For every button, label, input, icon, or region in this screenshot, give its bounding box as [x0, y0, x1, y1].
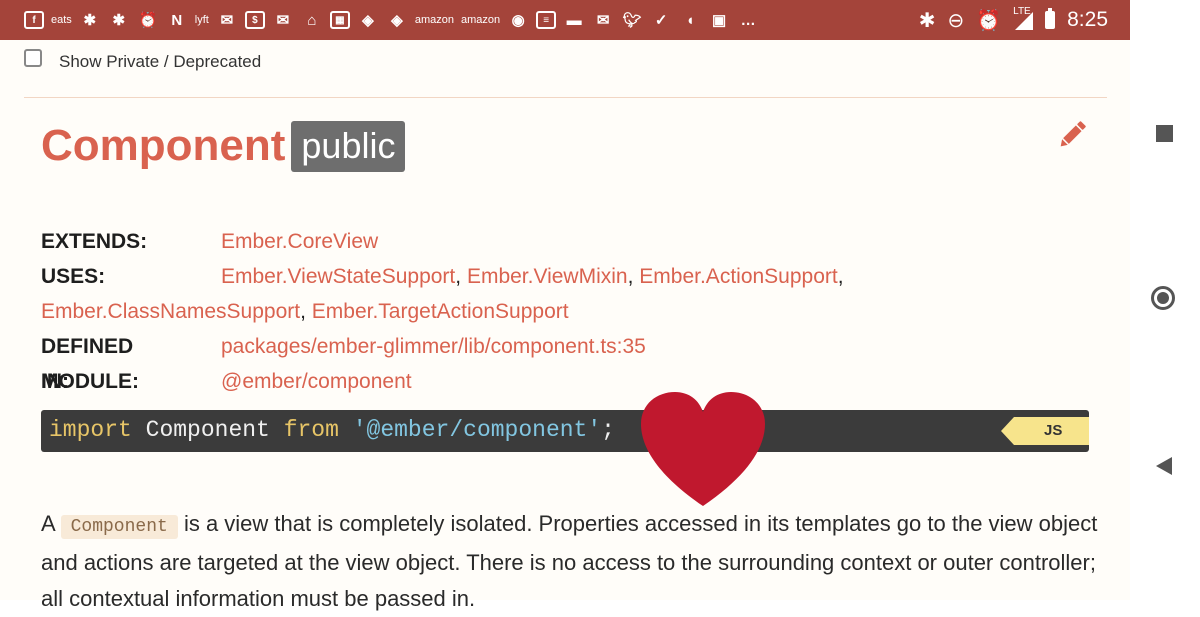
class-description: A Component is a view that is completely…: [41, 506, 1101, 617]
home-icon: ⌂: [307, 11, 317, 29]
uses-link-classnamessupport[interactable]: Ember.ClassNamesSupport: [41, 300, 300, 323]
alarm-icon: ⏰: [976, 9, 1002, 32]
import-code-block: import Component from '@ember/component'…: [41, 410, 1089, 452]
mail-icon: ✉: [596, 12, 610, 29]
battery-icon: [1045, 8, 1056, 29]
gmail-icon: ✉: [276, 12, 290, 29]
lyft-icon: lyft: [194, 14, 209, 26]
uses-link-viewstatesupport[interactable]: Ember.ViewStateSupport: [221, 265, 455, 288]
do-not-disturb-icon: ⊖: [947, 9, 965, 32]
show-private-label[interactable]: Show Private / Deprecated: [59, 52, 261, 72]
uber-eats-icon: eats: [51, 14, 72, 26]
gmail-icon: ✉: [220, 12, 234, 29]
description-prefix: A: [41, 511, 55, 536]
system-icons: ✱ ⊖ ⏰ LTE 8:25: [919, 0, 1108, 40]
calendar-icon: ▦: [329, 11, 350, 29]
module-link[interactable]: @ember/component: [221, 364, 412, 399]
description-text: is a view that is completely isolated. P…: [41, 511, 1098, 611]
code-string: '@ember/component': [352, 417, 602, 443]
access-badge: public: [291, 120, 406, 172]
firefox-icon: ◉: [511, 12, 525, 29]
page-content: Show Private / Deprecated Component publ…: [0, 40, 1130, 611]
amazon-icon: amazon: [414, 14, 454, 26]
facebook-icon: f: [24, 11, 44, 29]
uses-link-viewmixin[interactable]: Ember.ViewMixin: [467, 265, 628, 288]
bluetooth-icon: ✱: [918, 9, 936, 32]
show-private-toggle[interactable]: Show Private / Deprecated: [24, 44, 261, 72]
code-keyword-import: import: [49, 417, 132, 443]
uses-values: Ember.ViewStateSupport, Ember.ViewMixin,…: [221, 265, 844, 288]
edit-pencil-icon[interactable]: [1055, 118, 1089, 152]
amazon-icon: amazon: [461, 14, 501, 26]
page-title: Component: [41, 121, 286, 170]
language-tag: JS: [1001, 417, 1089, 445]
yelp-icon: ✱: [112, 12, 126, 29]
twitter-icon: 🐦︎: [622, 12, 642, 29]
status-bar: f eats ✱ ✱ ⏰ N lyft ✉ $ ✉ ⌂ ▦ ◈ ◈ amazon…: [0, 0, 1130, 40]
squirrel-icon: ◖: [685, 11, 695, 29]
photo-icon: ▣: [712, 12, 727, 29]
netflix-icon: N: [171, 11, 183, 29]
maps-icon: ◈: [391, 12, 403, 29]
bank-icon: $: [244, 11, 265, 29]
uses-link-actionsupport[interactable]: Ember.ActionSupport: [639, 265, 837, 288]
clock: 8:25: [1067, 8, 1108, 31]
back-button[interactable]: [1156, 457, 1172, 475]
divider: [24, 97, 1107, 98]
more-icon: …: [740, 11, 756, 29]
news-icon: ≡: [536, 11, 557, 29]
signal-icon: LTE: [1013, 6, 1034, 30]
done-icon: ✓: [654, 12, 668, 29]
extends-label: EXTENDS:: [41, 230, 148, 253]
show-private-checkbox[interactable]: [24, 49, 42, 67]
code-semicolon: ;: [601, 417, 615, 443]
uses-label: USES:: [41, 265, 106, 288]
code-identifier: Component: [145, 417, 270, 443]
heart-icon: [641, 392, 765, 506]
inline-code-component: Component: [60, 515, 178, 539]
yelp-icon: ✱: [83, 12, 97, 29]
recents-button[interactable]: [1156, 125, 1173, 142]
alarm-icon: ⏰: [138, 12, 158, 29]
defined-in-link[interactable]: packages/ember-glimmer/lib/component.ts:…: [221, 329, 646, 364]
notification-icons: f eats ✱ ✱ ⏰ N lyft ✉ $ ✉ ⌂ ▦ ◈ ◈ amazon…: [24, 0, 759, 40]
code-keyword-from: from: [283, 417, 339, 443]
module-label: MODULE:: [41, 370, 139, 393]
uses-link-targetactionsupport[interactable]: Ember.TargetActionSupport: [312, 300, 569, 323]
uses-values-continued: Ember.ClassNamesSupport, Ember.TargetAct…: [41, 300, 569, 323]
language-label: JS: [1044, 422, 1063, 439]
code-line: import Component from '@ember/component'…: [49, 417, 615, 443]
home-button[interactable]: [1151, 286, 1175, 310]
class-header: Component public: [41, 118, 406, 174]
maps-icon: ◈: [362, 12, 374, 29]
extends-link[interactable]: Ember.CoreView: [221, 224, 378, 259]
hotel-icon: ▬: [566, 11, 582, 29]
